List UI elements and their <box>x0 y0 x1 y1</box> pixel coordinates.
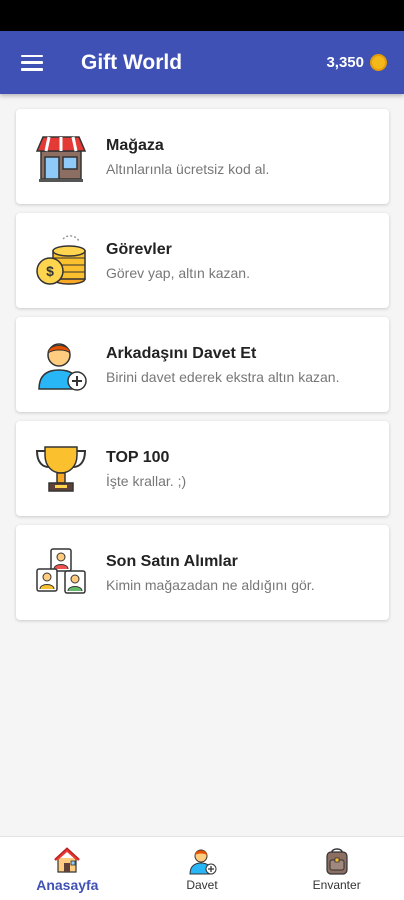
coin-stack-icon: $ <box>16 213 106 308</box>
trophy-icon <box>16 421 106 516</box>
hamburger-menu-icon <box>21 54 43 71</box>
menu-card-store[interactable]: Mağaza Altınlarınla ücretsiz kod al. <box>16 109 389 204</box>
menu-card-recent-purchases[interactable]: Son Satın Alımlar Kimin mağazadan ne ald… <box>16 525 389 620</box>
card-title: Görevler <box>106 240 172 258</box>
add-user-icon <box>16 317 106 412</box>
card-title: Arkadaşını Davet Et <box>106 344 257 362</box>
balance-value: 3,350 <box>326 54 364 71</box>
app-title: Gift World <box>81 50 183 74</box>
card-subtitle: Birini davet ederek ekstra altın kazan. <box>106 368 340 385</box>
app-bar: Gift World 3,350 <box>0 31 404 94</box>
store-icon <box>16 109 106 204</box>
home-icon <box>54 846 81 873</box>
nav-label: Davet <box>186 877 218 892</box>
nav-item-inventory[interactable]: Envanter <box>269 837 404 900</box>
card-subtitle: Kimin mağazadan ne aldığını gör. <box>106 576 315 593</box>
people-group-icon <box>16 525 106 620</box>
card-title: Mağaza <box>106 136 164 154</box>
invite-user-icon <box>189 849 217 874</box>
card-subtitle: Altınlarınla ücretsiz kod al. <box>106 160 270 177</box>
card-title: Son Satın Alımlar <box>106 552 238 570</box>
menu-card-top100[interactable]: TOP 100 İşte krallar. ;) <box>16 421 389 516</box>
menu-card-tasks[interactable]: $ Görevler Görev yap, altın kazan. <box>16 213 389 308</box>
bottom-navigation: Anasayfa Davet Envanter <box>0 836 404 900</box>
card-subtitle: İşte krallar. ;) <box>106 472 187 489</box>
menu-card-invite[interactable]: Arkadaşını Davet Et Birini davet ederek … <box>16 317 389 412</box>
nav-label: Envanter <box>312 877 361 892</box>
svg-text:$: $ <box>46 263 54 279</box>
menu-button[interactable] <box>0 31 64 94</box>
card-title: TOP 100 <box>106 448 170 466</box>
coin-balance[interactable]: 3,350 <box>326 54 387 71</box>
backpack-icon <box>326 847 348 875</box>
nav-label: Anasayfa <box>36 876 99 893</box>
nav-item-home[interactable]: Anasayfa <box>0 837 135 900</box>
card-subtitle: Görev yap, altın kazan. <box>106 264 250 281</box>
nav-item-invite[interactable]: Davet <box>135 837 270 900</box>
menu-list: Mağaza Altınlarınla ücretsiz kod al. $ G… <box>16 109 389 629</box>
gold-coin-icon <box>370 54 387 71</box>
status-bar <box>0 0 404 31</box>
